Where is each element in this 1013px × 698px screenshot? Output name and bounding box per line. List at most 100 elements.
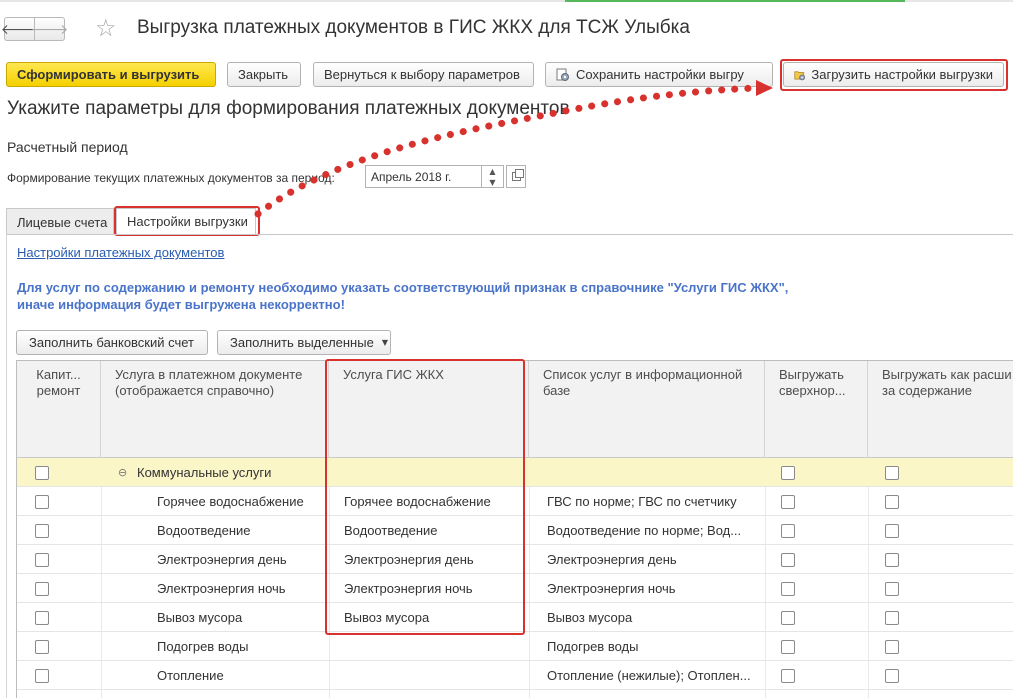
doc-service-cell: Электроэнергия день <box>157 552 287 567</box>
column-export-extended[interactable]: Выгружать как расши платы за содержание <box>868 361 1013 458</box>
capital-checkbox-cell <box>35 632 55 661</box>
extended-checkbox-cell <box>885 574 905 603</box>
star-icon[interactable]: ☆ <box>95 14 117 42</box>
extended-checkbox-cell <box>885 516 905 545</box>
capital-repair-checkbox[interactable] <box>35 494 49 509</box>
export-extended-checkbox[interactable] <box>885 581 899 596</box>
excess-checkbox-cell <box>781 574 801 603</box>
collapse-toggle-icon[interactable]: ⊖ <box>118 458 132 487</box>
export-extended-checkbox[interactable] <box>885 465 899 480</box>
extended-checkbox-cell <box>885 632 905 661</box>
gear-doc-icon <box>556 68 569 81</box>
period-input[interactable]: Апрель 2018 г. <box>365 165 482 188</box>
export-excess-checkbox[interactable] <box>781 668 795 683</box>
tab-accounts[interactable]: Лицевые счета <box>6 208 114 235</box>
export-excess-checkbox[interactable] <box>781 581 795 596</box>
tab-divider <box>6 234 1013 235</box>
capital-checkbox-cell <box>35 516 55 545</box>
tab-highlight <box>114 206 260 236</box>
close-button[interactable]: Закрыть <box>227 62 301 87</box>
export-extended-checkbox[interactable] <box>885 523 899 538</box>
export-extended-checkbox[interactable] <box>885 552 899 567</box>
extended-checkbox-cell <box>885 603 905 632</box>
column-export-excess[interactable]: Выгружать сверхнор... <box>765 361 868 458</box>
capital-repair-checkbox[interactable] <box>35 552 49 567</box>
service-list-cell[interactable]: Отопление (нежилые); Отоплен... <box>547 661 759 690</box>
doc-service-cell: Отопление <box>157 668 224 683</box>
period-section-label: Расчетный период <box>7 139 128 155</box>
period-field-label: Формирование текущих платежных документо… <box>7 171 335 185</box>
excess-checkbox-cell <box>781 458 801 487</box>
column-service-list[interactable]: Список услуг в информационной базе <box>529 361 765 458</box>
extended-checkbox-cell <box>885 487 905 516</box>
excess-checkbox-cell <box>781 487 801 516</box>
spin-up-icon[interactable]: ▲ <box>482 166 503 177</box>
export-excess-checkbox[interactable] <box>781 610 795 625</box>
column-doc-service[interactable]: Услуга в платежном документе (отображает… <box>101 361 329 458</box>
arrow-right-icon: 🡒 <box>30 21 69 38</box>
export-excess-checkbox[interactable] <box>781 494 795 509</box>
service-list-cell[interactable]: Водоотведение по норме; Вод... <box>547 516 759 545</box>
excess-checkbox-cell <box>781 516 801 545</box>
doc-service-cell: Электроэнергия ночь <box>157 581 286 596</box>
save-settings-label: Сохранить настройки выгру <box>576 67 744 82</box>
export-excess-checkbox[interactable] <box>781 552 795 567</box>
gis-service-cell[interactable] <box>344 632 524 661</box>
dropdown-caret-icon: ▼ <box>381 338 388 347</box>
window-top-accent <box>565 0 905 2</box>
export-excess-checkbox[interactable] <box>781 523 795 538</box>
forward-button[interactable]: 🡒 <box>31 17 68 41</box>
capital-repair-checkbox[interactable] <box>35 523 49 538</box>
table-row[interactable]: Подогрев воды Подогрев воды <box>17 632 1013 661</box>
generate-and-export-button[interactable]: Сформировать и выгрузить <box>6 62 216 87</box>
excess-checkbox-cell <box>781 632 801 661</box>
export-extended-checkbox[interactable] <box>885 494 899 509</box>
fill-selected-label: Заполнить выделенные <box>230 335 374 350</box>
service-list-cell[interactable]: Вывоз мусора <box>547 603 759 632</box>
payment-docs-settings-link[interactable]: Настройки платежных документов <box>17 245 224 260</box>
excess-checkbox-cell <box>781 603 801 632</box>
fill-selected-button[interactable]: Заполнить выделенные ▼ <box>217 330 391 355</box>
excess-checkbox-cell <box>781 545 801 574</box>
export-extended-checkbox[interactable] <box>885 639 899 654</box>
export-extended-checkbox[interactable] <box>885 610 899 625</box>
column-capital-repair[interactable]: Капит... ремонт <box>17 361 101 458</box>
page-heading: Укажите параметры для формирования плате… <box>7 98 570 119</box>
gis-column-highlight <box>325 359 525 635</box>
capital-checkbox-cell <box>35 545 55 574</box>
service-list-cell[interactable]: Подогрев воды <box>547 632 759 661</box>
doc-service-cell: Подогрев воды <box>157 639 249 654</box>
open-window-icon <box>512 169 524 181</box>
capital-repair-checkbox[interactable] <box>35 668 49 683</box>
service-list-cell[interactable]: ГВС по норме; ГВС по счетчику <box>547 487 759 516</box>
open-period-button[interactable] <box>506 165 526 188</box>
back-to-params-button[interactable]: Вернуться к выбору параметров <box>313 62 534 87</box>
extended-checkbox-cell <box>885 545 905 574</box>
capital-repair-checkbox[interactable] <box>35 581 49 596</box>
warning-line-1: Для услуг по содержанию и ремонту необхо… <box>17 280 789 295</box>
export-excess-checkbox[interactable] <box>781 465 795 480</box>
service-list-cell[interactable]: Электроэнергия ночь <box>547 574 759 603</box>
export-extended-checkbox[interactable] <box>885 668 899 683</box>
capital-repair-checkbox[interactable] <box>35 465 49 480</box>
period-spinner[interactable]: ▲ ▼ <box>482 165 504 188</box>
export-excess-checkbox[interactable] <box>781 639 795 654</box>
capital-repair-checkbox[interactable] <box>35 610 49 625</box>
spin-down-icon[interactable]: ▼ <box>482 177 503 188</box>
doc-service-cell: Горячее водоснабжение <box>157 494 304 509</box>
doc-service-cell: Водоотведение <box>157 523 251 538</box>
capital-repair-checkbox[interactable] <box>35 639 49 654</box>
doc-service-cell: Вывоз мусора <box>157 610 243 625</box>
gis-service-cell[interactable] <box>344 661 524 690</box>
extended-checkbox-cell <box>885 661 905 690</box>
capital-checkbox-cell <box>35 661 55 690</box>
fill-bank-account-button[interactable]: Заполнить банковский счет <box>16 330 208 355</box>
table-row[interactable]: Отопление Отопление (нежилые); Отоплен... <box>17 661 1013 690</box>
group-label: Коммунальные услуги <box>137 465 272 480</box>
service-list-cell[interactable]: Электроэнергия день <box>547 545 759 574</box>
save-settings-button[interactable]: Сохранить настройки выгру <box>545 62 773 87</box>
capital-checkbox-cell <box>35 458 55 487</box>
warning-line-2: иначе информация будет выгружена некорре… <box>17 297 345 312</box>
capital-checkbox-cell <box>35 487 55 516</box>
extended-checkbox-cell <box>885 458 905 487</box>
